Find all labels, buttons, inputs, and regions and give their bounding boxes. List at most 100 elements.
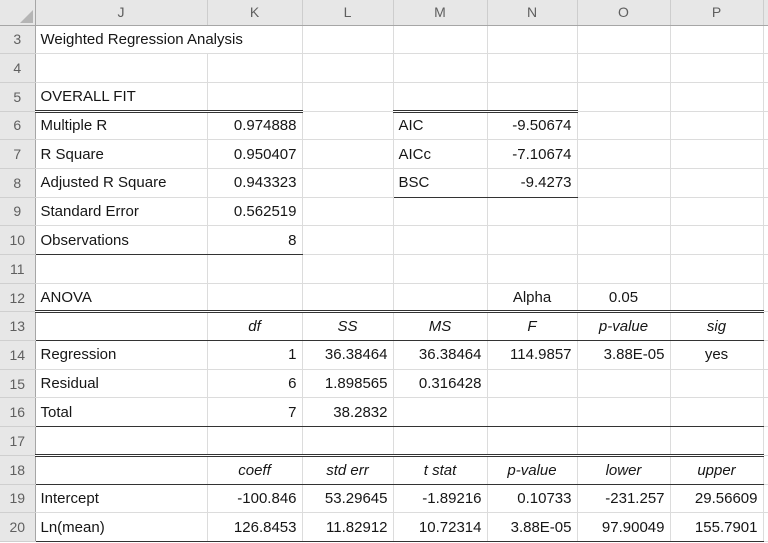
total-label[interactable]: Total (35, 397, 208, 428)
cell[interactable] (577, 25, 671, 55)
row-header-19[interactable]: 19 (0, 484, 36, 514)
residual-df[interactable]: 6 (207, 369, 303, 399)
cell[interactable] (302, 82, 394, 112)
ln-mean-std-err[interactable]: 11.82912 (302, 512, 394, 542)
sheet-title-cell[interactable]: Weighted Regression Analysis (35, 25, 303, 55)
row-header-17[interactable]: 17 (0, 426, 36, 456)
ln-mean-label[interactable]: Ln(mean) (35, 512, 208, 542)
cell[interactable] (393, 53, 488, 83)
cell[interactable] (302, 254, 394, 284)
total-ss[interactable]: 38.2832 (302, 397, 394, 428)
cell[interactable] (302, 139, 394, 169)
coef-col-p-value[interactable]: p-value (487, 455, 578, 485)
row-header-9[interactable]: 9 (0, 197, 36, 227)
regression-p-value[interactable]: 3.88E-05 (577, 340, 671, 370)
cell[interactable] (487, 426, 578, 457)
cell[interactable] (577, 53, 671, 83)
cell[interactable] (670, 254, 764, 284)
cell[interactable] (393, 82, 488, 113)
cell[interactable] (487, 53, 578, 83)
multiple-r-label[interactable]: Multiple R (35, 111, 208, 141)
observations-label[interactable]: Observations (35, 225, 208, 255)
cell[interactable] (393, 397, 488, 428)
cell[interactable] (577, 197, 671, 227)
aic-label[interactable]: AIC (393, 111, 488, 141)
intercept-coeff[interactable]: -100.846 (207, 484, 303, 514)
cell[interactable] (393, 283, 488, 314)
overall-fit-header[interactable]: OVERALL FIT (35, 82, 208, 113)
select-all-corner[interactable] (0, 0, 36, 26)
regression-f[interactable]: 114.9857 (487, 340, 578, 370)
cell[interactable] (577, 82, 671, 112)
cell[interactable] (302, 168, 394, 198)
cell[interactable] (487, 197, 578, 227)
total-df[interactable]: 7 (207, 397, 303, 428)
row-header-20[interactable]: 20 (0, 512, 36, 542)
cell[interactable] (393, 25, 488, 55)
cell[interactable] (670, 111, 764, 141)
cell[interactable] (207, 53, 303, 83)
bsc-label[interactable]: BSC (393, 168, 488, 198)
intercept-t-stat[interactable]: -1.89216 (393, 484, 488, 514)
row-header-18[interactable]: 18 (0, 455, 36, 485)
cell[interactable] (393, 225, 488, 255)
cell[interactable] (487, 225, 578, 255)
cell[interactable] (302, 197, 394, 227)
row-header-6[interactable]: 6 (0, 111, 36, 141)
row-header-12[interactable]: 12 (0, 283, 36, 313)
cell[interactable] (670, 168, 764, 198)
anova-col-p-value[interactable]: p-value (577, 311, 671, 342)
coef-col-upper[interactable]: upper (670, 455, 764, 485)
cell[interactable] (302, 283, 394, 314)
multiple-r-value[interactable]: 0.974888 (207, 111, 303, 141)
column-header-m[interactable]: M (393, 0, 488, 26)
coef-col-lower[interactable]: lower (577, 455, 671, 485)
adjusted-r-square-value[interactable]: 0.943323 (207, 168, 303, 198)
intercept-lower[interactable]: -231.257 (577, 484, 671, 514)
column-header-l[interactable]: L (302, 0, 394, 26)
cell[interactable] (577, 369, 671, 399)
row-header-8[interactable]: 8 (0, 168, 36, 198)
column-header-p[interactable]: P (670, 0, 764, 26)
cell[interactable] (670, 369, 764, 399)
cell[interactable] (670, 397, 764, 428)
aicc-value[interactable]: -7.10674 (487, 139, 578, 169)
cell[interactable] (393, 254, 488, 284)
ln-mean-lower[interactable]: 97.90049 (577, 512, 671, 542)
cell[interactable] (35, 254, 208, 284)
column-header-o[interactable]: O (577, 0, 671, 26)
regression-label[interactable]: Regression (35, 340, 208, 370)
ln-mean-coeff[interactable]: 126.8453 (207, 512, 303, 542)
adjusted-r-square-label[interactable]: Adjusted R Square (35, 168, 208, 198)
cell[interactable] (302, 53, 394, 83)
cell[interactable] (670, 426, 764, 457)
cell[interactable] (207, 426, 303, 457)
cell[interactable] (207, 283, 303, 314)
regression-ss[interactable]: 36.38464 (302, 340, 394, 370)
r-square-label[interactable]: R Square (35, 139, 208, 169)
r-square-value[interactable]: 0.950407 (207, 139, 303, 169)
ln-mean-t-stat[interactable]: 10.72314 (393, 512, 488, 542)
anova-header[interactable]: ANOVA (35, 283, 208, 314)
column-header-k[interactable]: K (207, 0, 303, 26)
column-header-n[interactable]: N (487, 0, 578, 26)
row-header-16[interactable]: 16 (0, 397, 36, 428)
anova-col-f[interactable]: F (487, 311, 578, 342)
cell[interactable] (487, 369, 578, 399)
standard-error-label[interactable]: Standard Error (35, 197, 208, 227)
anova-col-ms[interactable]: MS (393, 311, 488, 342)
regression-df[interactable]: 1 (207, 340, 303, 370)
cell[interactable] (35, 311, 208, 342)
cell[interactable] (577, 139, 671, 169)
cell[interactable] (487, 25, 578, 55)
cell[interactable] (670, 25, 764, 55)
ln-mean-upper[interactable]: 155.7901 (670, 512, 764, 542)
coef-col-std-err[interactable]: std err (302, 455, 394, 485)
cell[interactable] (393, 426, 488, 457)
cell[interactable] (302, 111, 394, 141)
cell[interactable] (577, 168, 671, 198)
cell[interactable] (577, 397, 671, 428)
row-header-4[interactable]: 4 (0, 53, 36, 83)
cell[interactable] (487, 397, 578, 428)
cell[interactable] (670, 283, 764, 314)
